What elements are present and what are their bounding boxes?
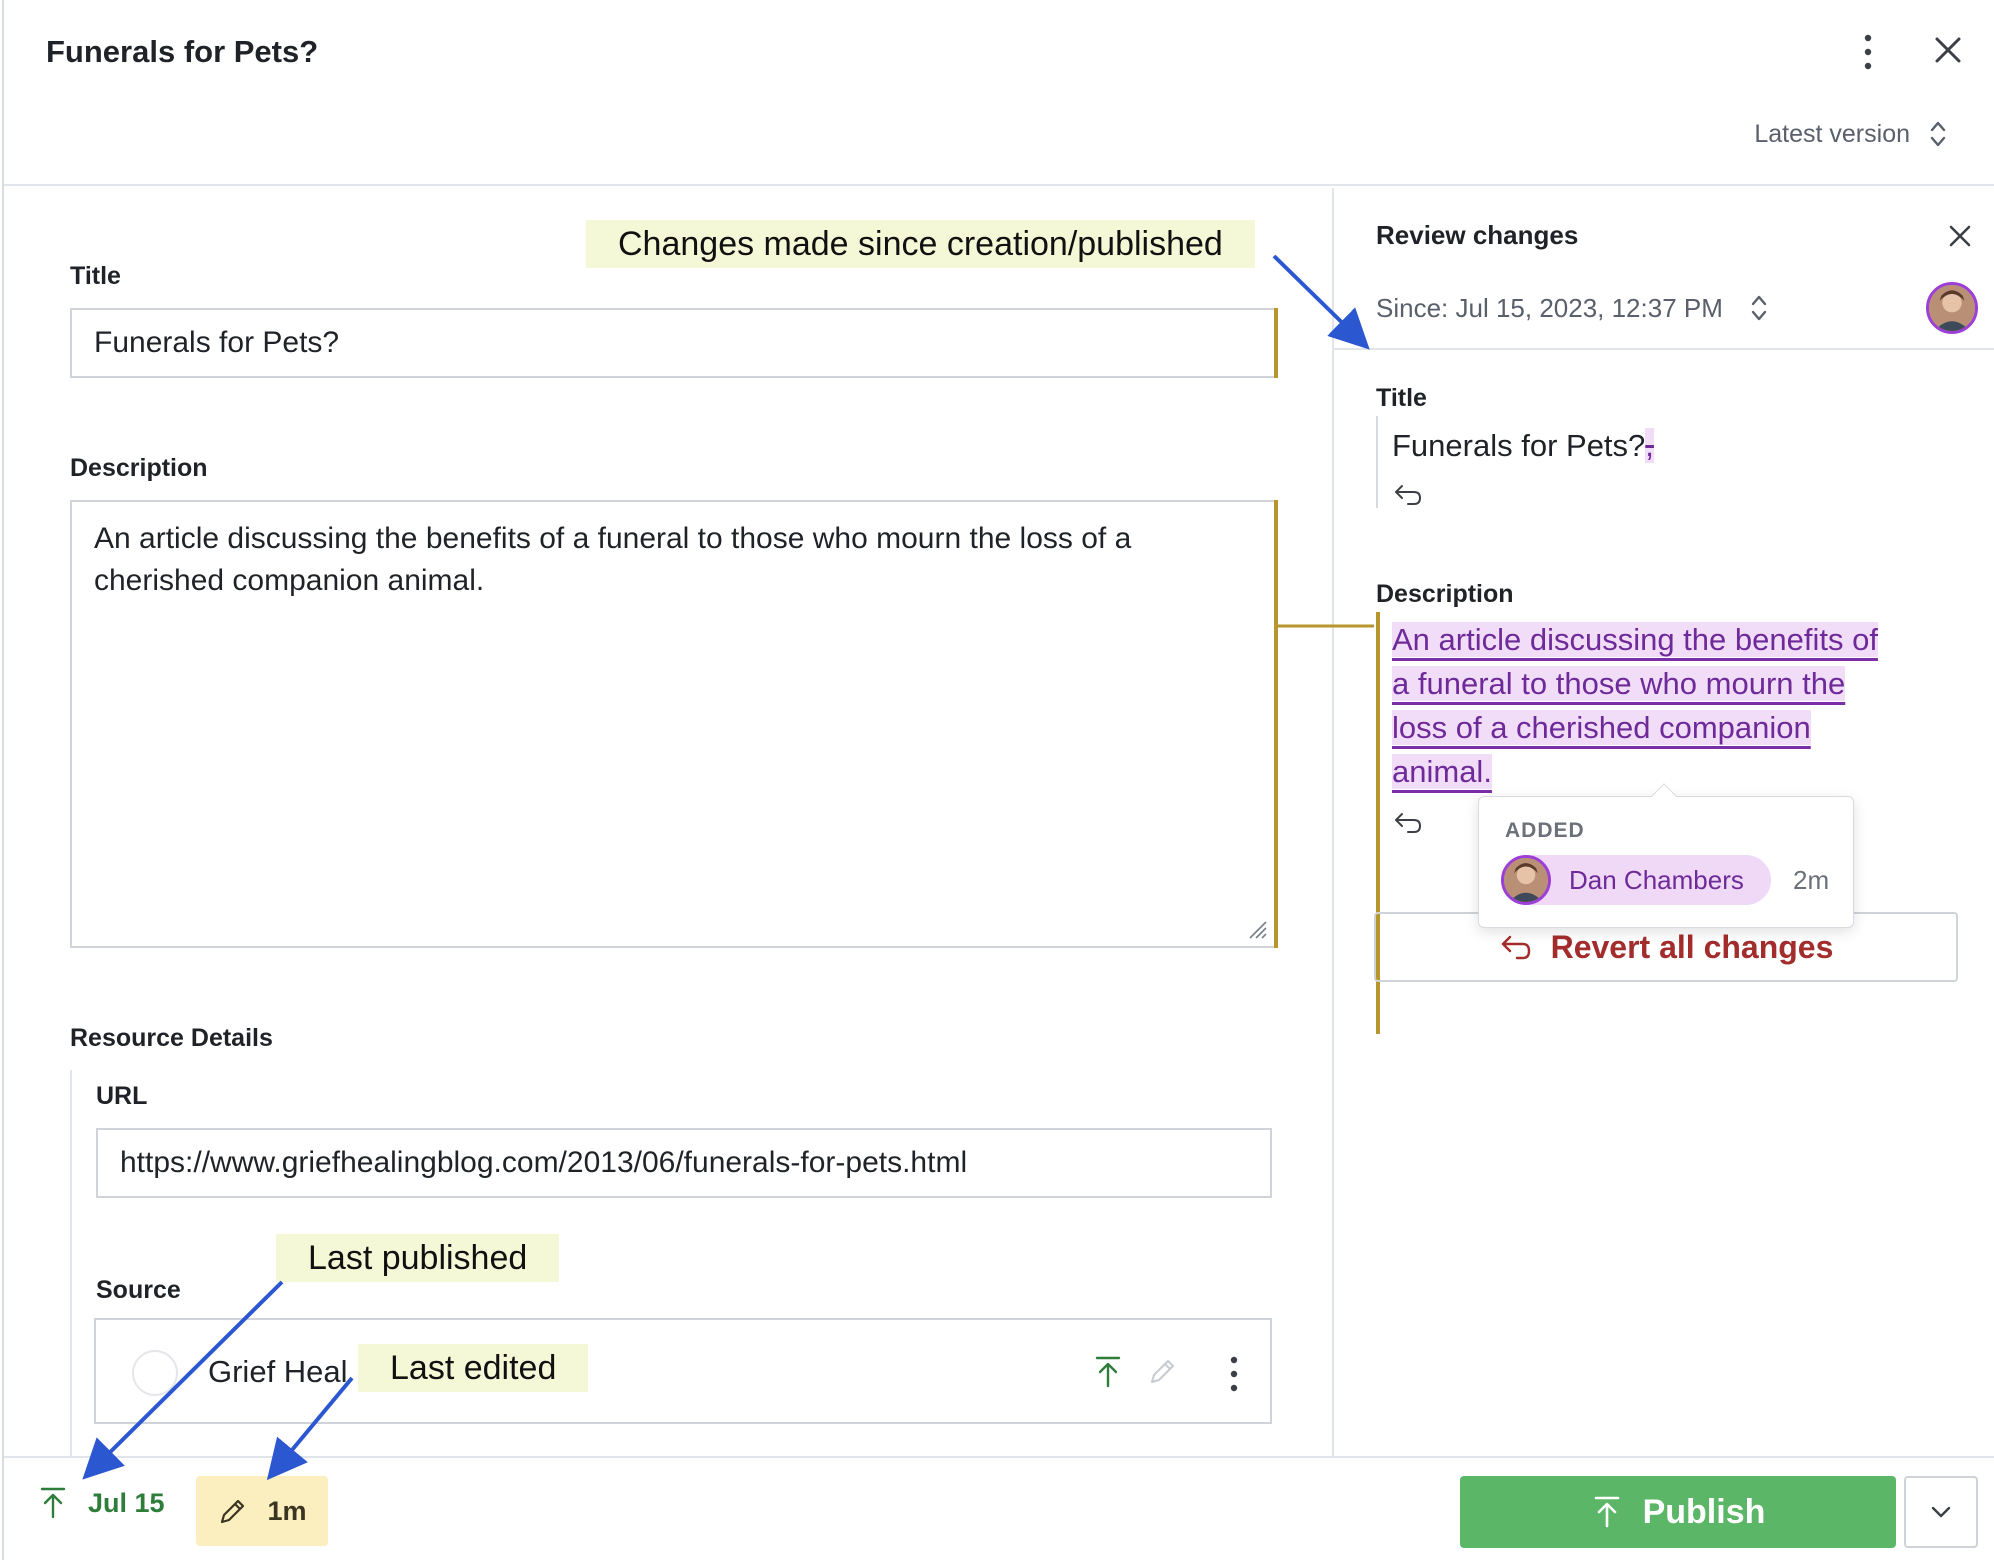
last-published-indicator[interactable]: Jul 15 [38,1486,165,1520]
published-icon [1095,1356,1121,1388]
source-name: Grief Heal [208,1354,348,1389]
since-selector[interactable]: Since: Jul 15, 2023, 12:37 PM [1376,292,1769,324]
chevron-up-down-icon [1930,121,1946,147]
close-review-icon[interactable] [1944,220,1976,252]
added-text-line[interactable]: animal. [1392,754,1492,789]
description-label: Description [70,454,208,482]
editor-pane: Funerals for Pets? Latest version Title … [2,0,1994,1560]
url-input[interactable]: https://www.griefhealingblog.com/2013/06… [96,1128,1272,1198]
added-text-line[interactable]: loss of a cherished companion [1392,710,1811,745]
change-time: 2m [1793,865,1830,895]
annotation-changes: Changes made since creation/published [586,220,1255,268]
published-date: Jul 15 [88,1487,165,1518]
added-text-line[interactable]: An article discussing the benefits of [1392,622,1878,657]
form-column: Title Funerals for Pets? Description An … [4,188,1332,1460]
undo-title-icon[interactable] [1392,480,1424,508]
title-change-line [1376,416,1378,508]
chevron-up-down-icon [1751,295,1767,321]
author-avatar [1501,855,1551,905]
document-title: Funerals for Pets? [46,34,319,69]
more-options-icon[interactable] [1856,32,1880,72]
removed-text: , [1645,428,1654,463]
review-title-text: Funerals for Pets? [1392,428,1646,463]
revert-all-label: Revert all changes [1550,928,1834,965]
change-indicator-title [1274,308,1278,378]
pencil-icon [221,1499,245,1524]
review-title-value: Funerals for Pets?, [1392,424,1654,468]
since-label: Since: Jul 15, 2023, 12:37 PM [1376,292,1723,323]
author-name: Dan Chambers [1569,864,1744,895]
review-description-label: Description [1376,580,1514,608]
publish-icon [1594,1496,1619,1528]
version-selector[interactable]: Latest version [1754,118,1948,150]
resize-handle-icon[interactable] [1246,918,1268,940]
title-label: Title [70,262,121,290]
source-more-icon[interactable] [1226,1354,1242,1394]
annotation-last-edited: Last edited [358,1344,589,1392]
source-card[interactable]: Grief Heal [94,1318,1272,1424]
description-text: An article discussing the benefits of a … [94,522,1132,597]
published-icon [40,1487,66,1519]
version-label: Latest version [1754,119,1910,148]
footer-bar: Jul 15 1m Publish [4,1456,1994,1560]
review-divider [1334,348,1994,350]
last-edited-indicator[interactable]: 1m [196,1476,328,1546]
publish-button[interactable]: Publish [1460,1476,1896,1548]
url-label: URL [96,1082,148,1110]
source-status-icon [132,1350,178,1396]
undo-icon [1501,935,1530,960]
review-title: Review changes [1376,220,1579,250]
close-icon[interactable] [1928,30,1968,70]
resource-details-group-line [70,1070,72,1460]
description-textarea[interactable]: An article discussing the benefits of a … [70,500,1276,948]
edited-time: 1m [267,1495,307,1526]
added-text-line[interactable]: a funeral to those who mourn the [1392,666,1846,701]
pencil-icon[interactable] [1146,1354,1178,1390]
header: Funerals for Pets? Latest version [4,0,1994,186]
publish-options-button[interactable] [1904,1476,1978,1548]
source-label: Source [96,1276,181,1304]
annotation-last-published: Last published [276,1234,560,1282]
publish-label: Publish [1642,1492,1766,1531]
change-tooltip: ADDED Dan Chambers 2m [1478,783,1854,928]
tooltip-heading: ADDED [1505,819,1585,842]
resource-details-label: Resource Details [70,1024,273,1052]
chevron-down-icon [1931,1506,1951,1518]
change-indicator-description [1274,500,1278,948]
avatar[interactable] [1926,282,1978,334]
undo-description-icon[interactable] [1392,808,1424,836]
title-input[interactable]: Funerals for Pets? [70,308,1276,378]
review-title-label: Title [1376,384,1427,412]
review-description-value: An article discussing the benefits of a … [1392,618,1878,794]
author-chip[interactable]: Dan Chambers [1501,855,1771,905]
